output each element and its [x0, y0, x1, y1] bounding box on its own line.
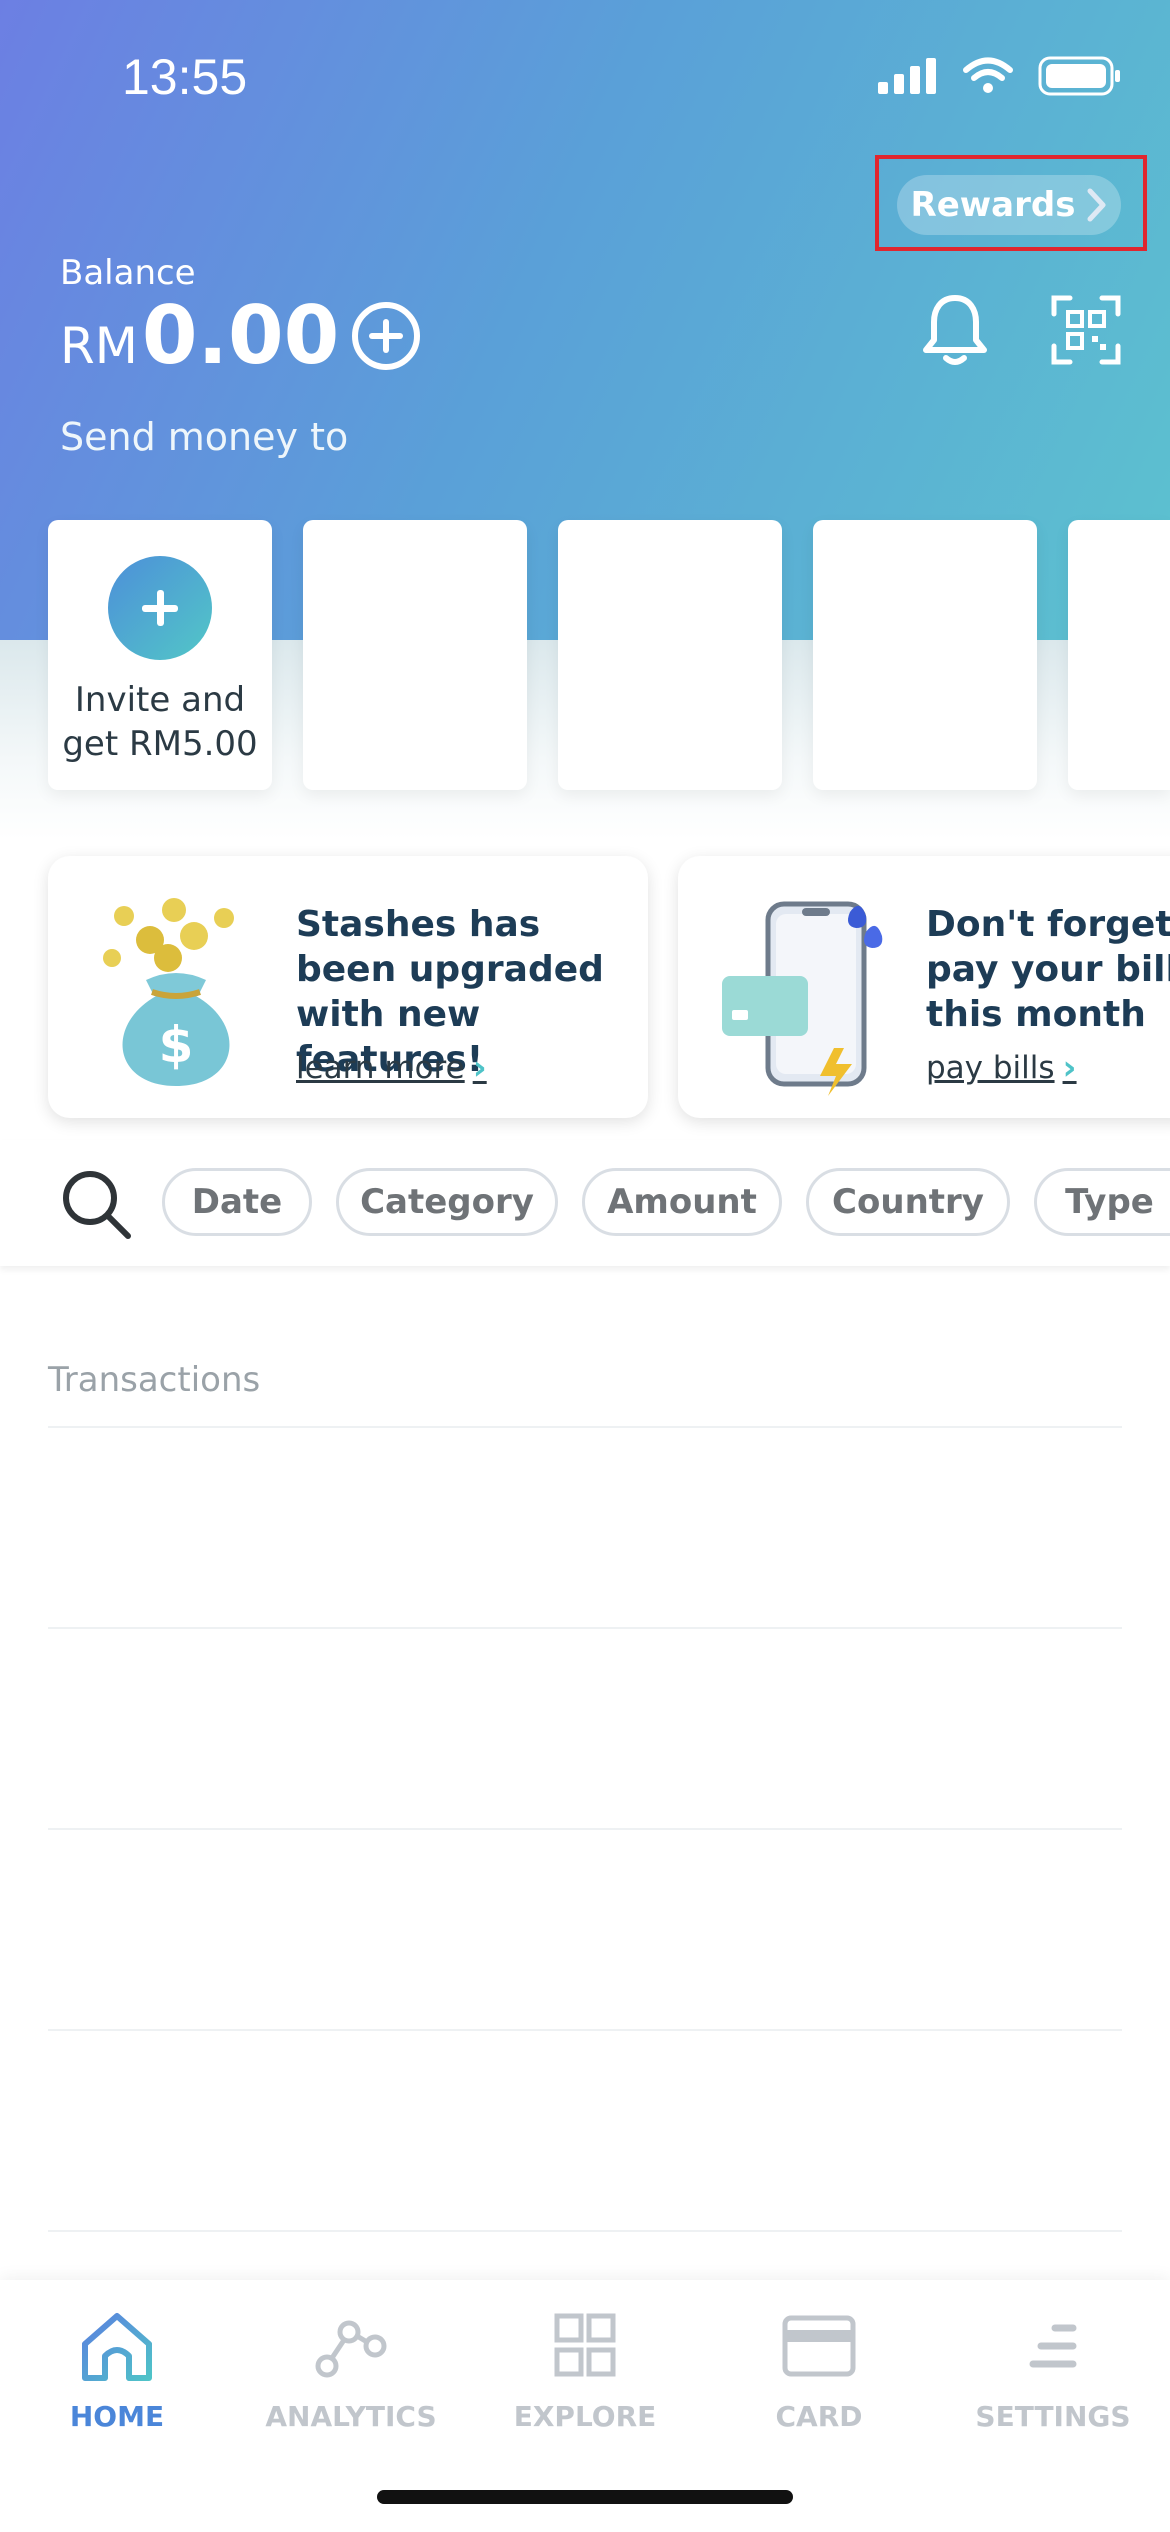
list-divider: [48, 1828, 1122, 1830]
phone-card-icon: [722, 901, 883, 1096]
filter-bar: Date Category Amount Country Type: [0, 1140, 1170, 1266]
tab-settings[interactable]: SETTINGS: [936, 2310, 1170, 2433]
svg-text:$: $: [159, 1016, 194, 1074]
chevron-right-icon: [1087, 188, 1106, 222]
balance-label: Balance: [60, 253, 196, 293]
tab-label: CARD: [775, 2400, 863, 2433]
invite-text: Invite and get RM5.00: [48, 678, 272, 766]
pay-bills-link[interactable]: pay bills ›: [926, 1048, 1077, 1088]
tab-home[interactable]: HOME: [0, 2310, 234, 2433]
chip-label: Amount: [607, 1182, 757, 1222]
signal-icon: [878, 58, 936, 94]
wifi-icon: [963, 57, 1013, 93]
filter-chip-date[interactable]: Date: [162, 1168, 312, 1236]
tab-explore[interactable]: EXPLORE: [468, 2310, 702, 2433]
plus-icon: [108, 556, 212, 660]
chevron-right-icon: ›: [472, 1048, 487, 1088]
analytics-icon: [315, 2320, 387, 2378]
chip-label: Country: [832, 1182, 984, 1222]
rewards-button[interactable]: Rewards: [897, 175, 1121, 235]
list-divider: [48, 2029, 1122, 2031]
pay-bills-label: pay bills: [926, 1050, 1055, 1086]
filter-chip-amount[interactable]: Amount: [582, 1168, 782, 1236]
promo-card-bills[interactable]: Don't forget to pay your bills this mont…: [678, 856, 1170, 1118]
list-divider: [48, 1426, 1122, 1428]
chip-label: Date: [191, 1182, 283, 1222]
tab-label: HOME: [69, 2400, 165, 2433]
list-divider: [48, 2230, 1122, 2232]
tab-label: ANALYTICS: [265, 2400, 437, 2433]
tab-card[interactable]: CARD: [702, 2310, 936, 2433]
chip-label: Category: [360, 1182, 534, 1222]
learn-more-link[interactable]: learn more ›: [296, 1048, 487, 1088]
filter-chip-category[interactable]: Category: [336, 1168, 558, 1236]
send-money-label: Send money to: [60, 415, 349, 459]
balance-currency: RM: [60, 317, 138, 375]
status-icons: [878, 56, 1122, 96]
search-icon[interactable]: [60, 1168, 134, 1242]
contact-card[interactable]: [558, 520, 782, 790]
tab-analytics[interactable]: ANALYTICS: [234, 2310, 468, 2433]
card-icon: [782, 2315, 856, 2377]
tab-label: EXPLORE: [513, 2400, 657, 2433]
rewards-label: Rewards: [910, 185, 1076, 225]
filter-chip-type[interactable]: Type: [1034, 1168, 1170, 1236]
money-bag-icon: $: [103, 898, 234, 1086]
home-indicator: [377, 2490, 793, 2504]
learn-more-label: learn more: [296, 1050, 465, 1086]
status-time: 13:55: [122, 49, 248, 105]
chevron-right-icon: ›: [1062, 1048, 1077, 1088]
transactions-title: Transactions: [48, 1360, 261, 1400]
filter-chip-country[interactable]: Country: [806, 1168, 1010, 1236]
home-icon: [82, 2313, 152, 2381]
battery-icon: [1038, 56, 1120, 96]
list-divider: [48, 1627, 1122, 1629]
bell-icon[interactable]: [920, 292, 990, 368]
contact-card[interactable]: [303, 520, 527, 790]
balance-amount: 0.00: [141, 289, 340, 382]
invite-line-1: Invite and: [74, 680, 246, 720]
balance-value: RM 0.00: [60, 296, 339, 376]
qr-scan-icon[interactable]: [1050, 294, 1122, 366]
contact-card[interactable]: [1068, 520, 1170, 790]
add-money-button[interactable]: [352, 302, 420, 370]
promo-title: Don't forget to pay your bills this mont…: [926, 904, 1170, 1035]
settings-icon: [1029, 2324, 1077, 2368]
contact-card[interactable]: [813, 520, 1037, 790]
chip-label: Type: [1065, 1182, 1154, 1222]
tab-label: SETTINGS: [975, 2400, 1131, 2433]
invite-card[interactable]: Invite and get RM5.00: [48, 520, 272, 790]
explore-icon: [554, 2313, 616, 2377]
promo-card-stashes[interactable]: $ Stashes has been upgraded with new fea…: [48, 856, 648, 1118]
invite-line-2: get RM5.00: [62, 724, 258, 764]
